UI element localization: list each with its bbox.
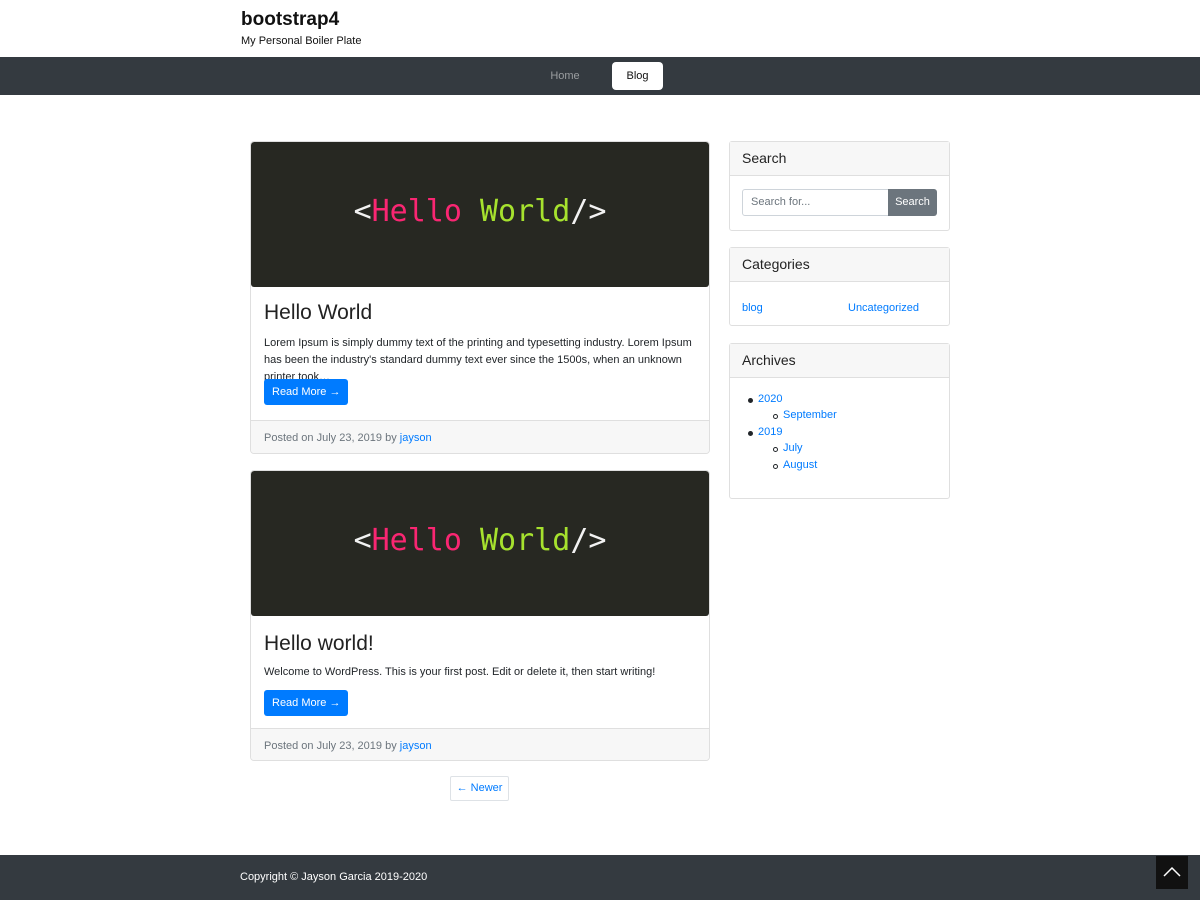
post-excerpt: Welcome to WordPress. This is your first… <box>264 666 656 678</box>
category-link-blog[interactable]: blog <box>742 302 763 314</box>
post-thumbnail[interactable]: <Hello World/> <box>251 471 709 616</box>
archive-month-july[interactable]: July <box>783 442 803 454</box>
site-footer: Copyright © Jayson Garcia 2019-2020 <box>0 855 1200 900</box>
thumbnail-code-text: <Hello World/> <box>353 194 607 229</box>
post-date: Posted on July 23, 2019 by <box>264 740 397 752</box>
site-tagline: My Personal Boiler Plate <box>241 35 362 47</box>
list-bullet <box>748 398 753 403</box>
newer-posts-button[interactable]: ← Newer <box>450 776 509 801</box>
archive-month-august[interactable]: August <box>783 459 817 471</box>
archive-year-2019[interactable]: 2019 <box>758 426 782 438</box>
search-button[interactable]: Search <box>888 189 937 216</box>
post-thumbnail[interactable]: <Hello World/> <box>251 142 709 287</box>
archive-year-2020[interactable]: 2020 <box>758 393 782 405</box>
search-widget-title: Search <box>730 142 949 176</box>
chevron-up-icon <box>1163 866 1181 877</box>
nav-item-blog[interactable]: Blog <box>612 62 663 90</box>
read-more-button[interactable]: Read More → <box>264 690 349 716</box>
post-date: Posted on July 23, 2019 by <box>264 432 397 444</box>
blog-post-card: <Hello World/> Hello world! Welcome to W… <box>250 470 710 761</box>
post-meta: Posted on July 23, 2019 by jayson <box>251 420 709 453</box>
copyright-text: Copyright © Jayson Garcia 2019-2020 <box>240 871 428 883</box>
blog-post-card: <Hello World/> Hello World Lorem Ipsum i… <box>250 141 710 454</box>
post-meta: Posted on July 23, 2019 by jayson <box>251 728 709 760</box>
list-bullet <box>773 414 778 419</box>
list-bullet <box>748 431 753 436</box>
thumbnail-code-text: <Hello World/> <box>353 523 607 558</box>
archives-widget-title: Archives <box>730 344 949 378</box>
site-title[interactable]: bootstrap4 <box>241 9 339 31</box>
back-to-top-button[interactable] <box>1156 856 1188 889</box>
read-more-button[interactable]: Read More → <box>264 379 349 405</box>
archives-widget: Archives 2020 September 2019 July August <box>729 343 950 499</box>
archive-month-september[interactable]: September <box>783 409 837 421</box>
nav-item-home[interactable]: Home <box>538 63 592 90</box>
categories-widget-title: Categories <box>730 248 949 282</box>
author-link[interactable]: jayson <box>400 740 432 752</box>
category-link-uncategorized[interactable]: Uncategorized <box>848 302 919 314</box>
author-link[interactable]: jayson <box>400 432 432 444</box>
search-input[interactable]: Search for... <box>742 189 889 216</box>
post-title[interactable]: Hello World <box>264 301 372 325</box>
search-widget: Search Search for... Search <box>729 141 950 231</box>
site-header: bootstrap4 My Personal Boiler Plate <box>0 0 1200 57</box>
list-bullet <box>773 447 778 452</box>
main-navbar: Home Blog <box>0 57 1200 95</box>
post-title[interactable]: Hello world! <box>264 632 374 656</box>
categories-widget: Categories blog Uncategorized <box>729 247 950 326</box>
list-bullet <box>773 464 778 469</box>
